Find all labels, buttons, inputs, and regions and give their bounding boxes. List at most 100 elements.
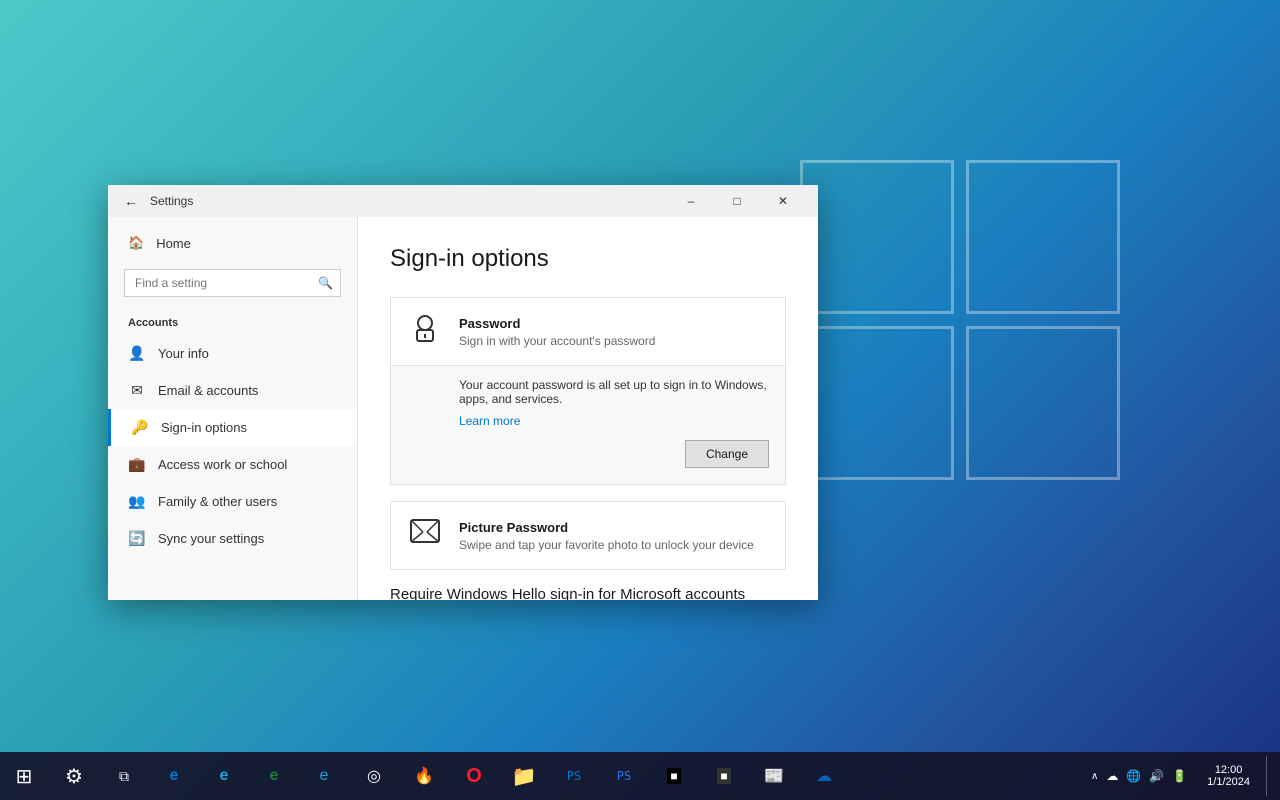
opera-button[interactable]: O xyxy=(450,752,498,800)
window-controls: – □ ✕ xyxy=(668,185,806,217)
home-icon: 🏠 xyxy=(128,235,144,251)
password-info: Password Sign in with your account's pas… xyxy=(459,316,655,348)
sidebar-item-family[interactable]: 👥 Family & other users xyxy=(108,483,357,520)
sign-in-label: Sign-in options xyxy=(161,420,247,435)
sync-label: Sync your settings xyxy=(158,531,264,546)
page-title: Sign-in options xyxy=(390,245,786,273)
settings-window: ← Settings – □ ✕ 🏠 Home 🔍 Accounts xyxy=(108,185,818,600)
ie-icon: e xyxy=(320,767,329,785)
sidebar-item-your-info[interactable]: 👤 Your info xyxy=(108,335,357,372)
windows-hello-title: Require Windows Hello sign-in for Micros… xyxy=(390,586,786,600)
opera-icon: O xyxy=(466,765,482,788)
access-work-icon: 💼 xyxy=(128,456,146,473)
sidebar-section-title: Accounts xyxy=(108,305,357,335)
edge-dev-button[interactable]: e xyxy=(250,752,298,800)
email-label: Email & accounts xyxy=(158,383,258,398)
windows-logo-background xyxy=(800,160,1120,480)
start-button[interactable]: ⊞ xyxy=(0,752,48,800)
search-input[interactable] xyxy=(124,269,341,297)
clock-date: 1/1/2024 xyxy=(1207,776,1250,788)
minimize-button[interactable]: – xyxy=(668,185,714,217)
powershell-button[interactable]: PS xyxy=(600,752,648,800)
edge-icon: e xyxy=(170,767,179,785)
password-subtitle: Sign in with your account's password xyxy=(459,334,655,348)
maximize-button[interactable]: □ xyxy=(714,185,760,217)
firefox-button[interactable]: 🔥 xyxy=(400,752,448,800)
picture-password-subtitle: Swipe and tap your favorite photo to unl… xyxy=(459,538,754,552)
system-tray-icons: ∧ ☁ 🌐 🔊 🔋 xyxy=(1083,769,1195,783)
edge-button[interactable]: e xyxy=(150,752,198,800)
picture-password-title: Picture Password xyxy=(459,520,754,535)
taskbar-right: ∧ ☁ 🌐 🔊 🔋 12:00 1/1/2024 xyxy=(1083,756,1280,796)
task-view-icon: ⧉ xyxy=(119,768,129,785)
sync-icon: 🔄 xyxy=(128,530,146,547)
sidebar-item-sync[interactable]: 🔄 Sync your settings xyxy=(108,520,357,557)
picture-password-icon xyxy=(407,516,443,555)
folder-button[interactable]: 📁 xyxy=(500,752,548,800)
news-button[interactable]: 📰 xyxy=(750,752,798,800)
family-icon: 👥 xyxy=(128,493,146,510)
onedrive-tray-icon[interactable]: ☁ xyxy=(1106,769,1118,783)
battery-icon[interactable]: 🔋 xyxy=(1172,769,1187,783)
password-card-header[interactable]: Password Sign in with your account's pas… xyxy=(391,298,785,365)
task-view-button[interactable]: ⧉ xyxy=(100,752,148,800)
sidebar-search-container: 🔍 xyxy=(124,269,341,297)
edge-legacy-button[interactable]: e xyxy=(200,752,248,800)
home-label: Home xyxy=(156,236,191,251)
terminal-button[interactable]: PS xyxy=(550,752,598,800)
volume-icon[interactable]: 🔊 xyxy=(1149,769,1164,783)
learn-more-link[interactable]: Learn more xyxy=(459,414,769,428)
cmd-icon: ■ xyxy=(667,768,680,784)
onedrive-button[interactable]: ☁ xyxy=(800,752,848,800)
cmd-button[interactable]: ■ xyxy=(650,752,698,800)
settings-content: 🏠 Home 🔍 Accounts 👤 Your info ✉ Email & … xyxy=(108,217,818,600)
sidebar-item-sign-in[interactable]: 🔑 Sign-in options xyxy=(108,409,357,446)
back-button[interactable]: ← xyxy=(120,189,142,213)
news-icon: 📰 xyxy=(764,766,784,786)
close-button[interactable]: ✕ xyxy=(760,185,806,217)
taskbar: ⊞ ⚙ ⧉ e e e e ◎ 🔥 O 📁 xyxy=(0,752,1280,800)
password-icon xyxy=(407,312,443,351)
email-icon: ✉ xyxy=(128,382,146,399)
picture-password-card[interactable]: Picture Password Swipe and tap your favo… xyxy=(390,501,786,570)
cmd2-button[interactable]: ■ xyxy=(700,752,748,800)
ie-button[interactable]: e xyxy=(300,752,348,800)
show-hidden-icon[interactable]: ∧ xyxy=(1091,771,1098,782)
show-desktop-button[interactable] xyxy=(1266,756,1272,796)
sidebar: 🏠 Home 🔍 Accounts 👤 Your info ✉ Email & … xyxy=(108,217,358,600)
title-bar: ← Settings – □ ✕ xyxy=(108,185,818,217)
powershell-icon: PS xyxy=(617,769,631,783)
sidebar-item-email-accounts[interactable]: ✉ Email & accounts xyxy=(108,372,357,409)
onedrive-icon: ☁ xyxy=(816,766,832,786)
window-title: Settings xyxy=(150,194,668,208)
edge-legacy-icon: e xyxy=(220,767,229,785)
password-body-text: Your account password is all set up to s… xyxy=(459,366,769,414)
your-info-label: Your info xyxy=(158,346,209,361)
password-card-body: Your account password is all set up to s… xyxy=(391,365,785,484)
folder-icon: 📁 xyxy=(512,764,537,789)
password-title: Password xyxy=(459,316,655,331)
start-icon: ⊞ xyxy=(16,764,33,789)
search-icon: 🔍 xyxy=(318,276,333,290)
change-button[interactable]: Change xyxy=(685,440,769,468)
your-info-icon: 👤 xyxy=(128,345,146,362)
main-content: Sign-in options Password Sign in with yo… xyxy=(358,217,818,600)
picture-password-info: Picture Password Swipe and tap your favo… xyxy=(459,520,754,552)
terminal-icon: PS xyxy=(567,769,581,783)
family-label: Family & other users xyxy=(158,494,277,509)
search-button[interactable]: ⚙ xyxy=(50,752,98,800)
chrome-button[interactable]: ◎ xyxy=(350,752,398,800)
chrome-icon: ◎ xyxy=(367,766,381,786)
firefox-icon: 🔥 xyxy=(414,766,434,786)
search-taskbar-icon: ⚙ xyxy=(65,764,83,789)
access-work-label: Access work or school xyxy=(158,457,287,472)
sidebar-item-access-work[interactable]: 💼 Access work or school xyxy=(108,446,357,483)
network-icon[interactable]: 🌐 xyxy=(1126,769,1141,783)
cmd2-icon: ■ xyxy=(717,768,730,784)
sign-in-icon: 🔑 xyxy=(131,419,149,436)
taskbar-left: ⊞ ⚙ ⧉ e e e e ◎ 🔥 O 📁 xyxy=(0,752,848,800)
edge-dev-icon: e xyxy=(270,767,279,785)
password-card: Password Sign in with your account's pas… xyxy=(390,297,786,485)
sidebar-item-home[interactable]: 🏠 Home xyxy=(108,225,357,261)
system-clock[interactable]: 12:00 1/1/2024 xyxy=(1199,764,1258,788)
